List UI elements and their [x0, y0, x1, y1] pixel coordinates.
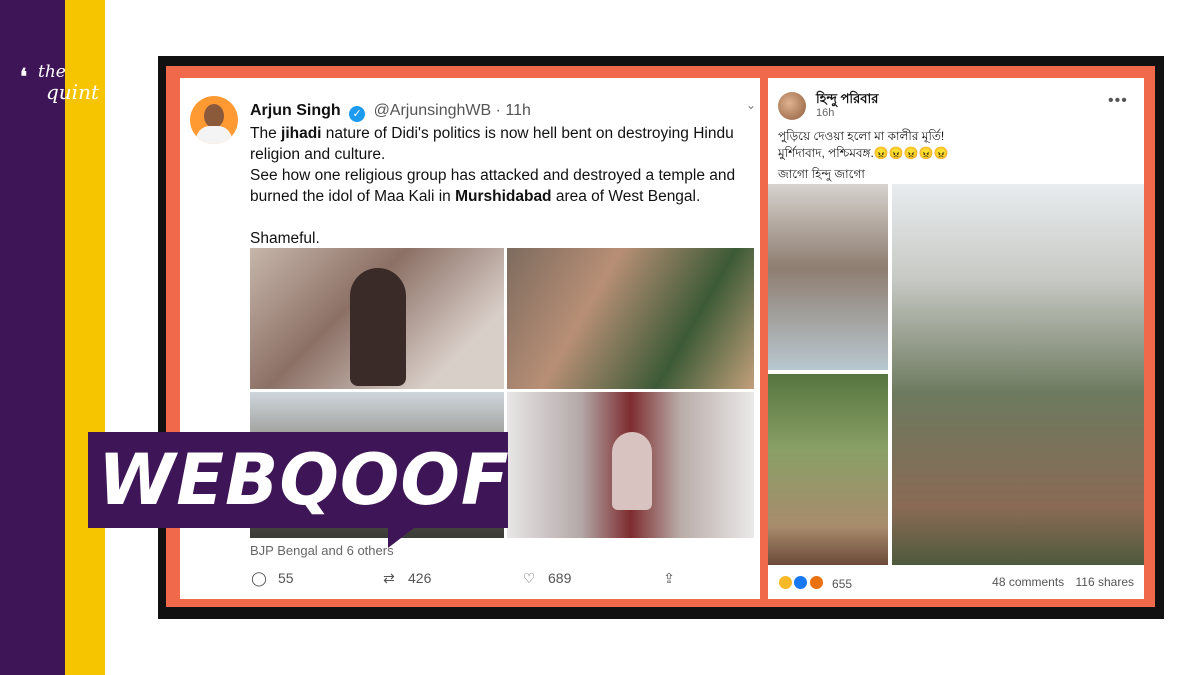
- avatar-face: [204, 104, 224, 128]
- more-options-icon[interactable]: •••: [1108, 92, 1128, 110]
- logo-word-the: the: [38, 62, 66, 82]
- tweet-separator: ·: [495, 102, 501, 119]
- tweet-liked-by[interactable]: BJP Bengal and 6 others: [250, 543, 394, 558]
- facebook-line-1: পুড়িয়ে দেওয়া হলো মা কালীর মূর্তি!: [778, 129, 945, 143]
- like-button[interactable]: ♡ 689: [520, 570, 572, 587]
- facebook-photo-1[interactable]: [768, 184, 888, 370]
- logo-word-quint: quint: [46, 80, 99, 104]
- webqoof-badge: WEBQOOF: [88, 432, 510, 548]
- tweet-header: Arjun Singh ✓ @ArjunsinghWB · 11h: [250, 102, 531, 122]
- tweet-paragraph-1: The jihadi nature of Didi's politics is …: [250, 123, 750, 165]
- facebook-page-avatar[interactable]: [778, 92, 806, 120]
- comments-count[interactable]: 48 comments: [992, 575, 1064, 589]
- tweet-text: The jihadi nature of Didi's politics is …: [250, 123, 750, 249]
- retweet-button[interactable]: ⇄ 426: [380, 570, 431, 587]
- chevron-down-icon[interactable]: ⌄: [746, 98, 756, 112]
- shares-count[interactable]: 116 shares: [1076, 575, 1134, 589]
- facebook-line-2: মুর্শিদাবাদ, পশ্চিমবঙ্গ.😠😠😠😠😠: [778, 146, 949, 160]
- tweet-photo-2[interactable]: [507, 248, 754, 389]
- facebook-photo-3[interactable]: [892, 184, 1144, 565]
- tweet-author-name[interactable]: Arjun Singh: [250, 102, 341, 119]
- the-quint-logo: ❛ the quint: [16, 58, 99, 110]
- tweet-photo-4[interactable]: [507, 392, 754, 538]
- quote-mark-icon: ❛: [20, 64, 28, 89]
- facebook-post-card: হিন্দু পরিবার 16h ••• পুড়িয়ে দেওয়া হল…: [768, 78, 1144, 599]
- tweet-paragraph-3: Shameful.: [250, 230, 320, 247]
- reply-button[interactable]: ◯ 55: [250, 570, 294, 587]
- share-button[interactable]: ⇪: [660, 570, 688, 587]
- verified-badge-icon: ✓: [349, 106, 366, 122]
- facebook-post-text: পুড়িয়ে দেওয়া হলো মা কালীর মূর্তি! মুর…: [778, 128, 1133, 183]
- tweet-paragraph-2: See how one religious group has attacked…: [250, 165, 750, 207]
- facebook-reactions[interactable]: 655: [778, 575, 852, 591]
- facebook-stats: 48 comments 116 shares: [992, 575, 1134, 589]
- like-reaction-icon: [793, 575, 809, 590]
- retweet-count: 426: [408, 570, 432, 586]
- idol-shape: [612, 432, 652, 510]
- tweet-actions: ◯ 55 ⇄ 426 ♡ 689 ⇪: [250, 570, 690, 592]
- tweet-text-run: nature of Didi's politics is now hell be…: [250, 125, 734, 163]
- tweet-bold-run: Murshidabad: [455, 188, 552, 205]
- share-icon: ⇪: [663, 570, 675, 586]
- tweet-photo-1[interactable]: [250, 248, 504, 389]
- reply-icon: ◯: [251, 570, 267, 586]
- heart-icon: ♡: [522, 570, 536, 586]
- idol-shape: [350, 268, 406, 386]
- sad-reaction-icon: [778, 575, 793, 590]
- tweet-author-avatar[interactable]: [190, 96, 238, 144]
- speech-tail: [388, 528, 414, 548]
- angry-reaction-icon: [808, 575, 824, 590]
- facebook-line-3: জাগো হিন্দু জাগো: [778, 167, 865, 181]
- like-count: 689: [548, 570, 572, 586]
- tweet-time[interactable]: 11h: [505, 102, 531, 119]
- facebook-media-grid: [768, 184, 1144, 565]
- screenshot-frame: Arjun Singh ✓ @ArjunsinghWB · 11h ⌄ The …: [158, 56, 1164, 619]
- tweet-bold-run: jihadi: [281, 125, 322, 142]
- reply-count: 55: [278, 570, 294, 586]
- avatar-body: [196, 126, 232, 144]
- webqoof-label: WEBQOOF: [98, 439, 510, 521]
- retweet-icon: ⇄: [383, 570, 395, 586]
- facebook-photo-2[interactable]: [768, 374, 888, 565]
- facebook-post-time[interactable]: 16h: [816, 107, 834, 119]
- tweet-handle[interactable]: @ArjunsinghWB: [374, 102, 492, 119]
- tweet-text-run: area of West Bengal.: [551, 188, 701, 205]
- reaction-count: 655: [832, 577, 853, 591]
- tweet-text-run: The: [250, 125, 282, 142]
